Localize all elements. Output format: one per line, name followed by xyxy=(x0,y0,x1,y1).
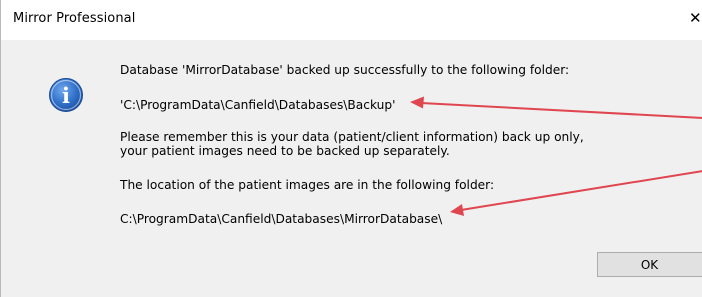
ok-button[interactable]: OK xyxy=(597,252,702,277)
backup-path: 'C:\ProgramData\Canfield\Databases\Backu… xyxy=(120,98,396,112)
images-path: C:\ProgramData\Canfield\Databases\Mirror… xyxy=(120,212,443,226)
info-icon: i xyxy=(49,78,83,112)
success-message: Database 'MirrorDatabase' backed up succ… xyxy=(120,63,570,77)
message-dialog: Mirror Professional ✕ i Database 'Mirror… xyxy=(0,0,702,297)
annotation-arrow-images xyxy=(460,170,702,211)
annotation-arrowhead-backup xyxy=(410,96,424,109)
window-title: Mirror Professional xyxy=(13,11,136,26)
info-glyph: i xyxy=(62,83,70,108)
annotation-arrow-backup xyxy=(420,102,702,119)
images-location-label: The location of the patient images are i… xyxy=(120,178,495,192)
note-line-2: your patient images need to be backed up… xyxy=(120,144,450,158)
title-bar: Mirror Professional ✕ xyxy=(1,0,702,40)
note-line-1: Please remember this is your data (patie… xyxy=(120,130,584,144)
annotation-arrowhead-images xyxy=(450,204,464,216)
close-icon[interactable]: ✕ xyxy=(689,9,702,27)
